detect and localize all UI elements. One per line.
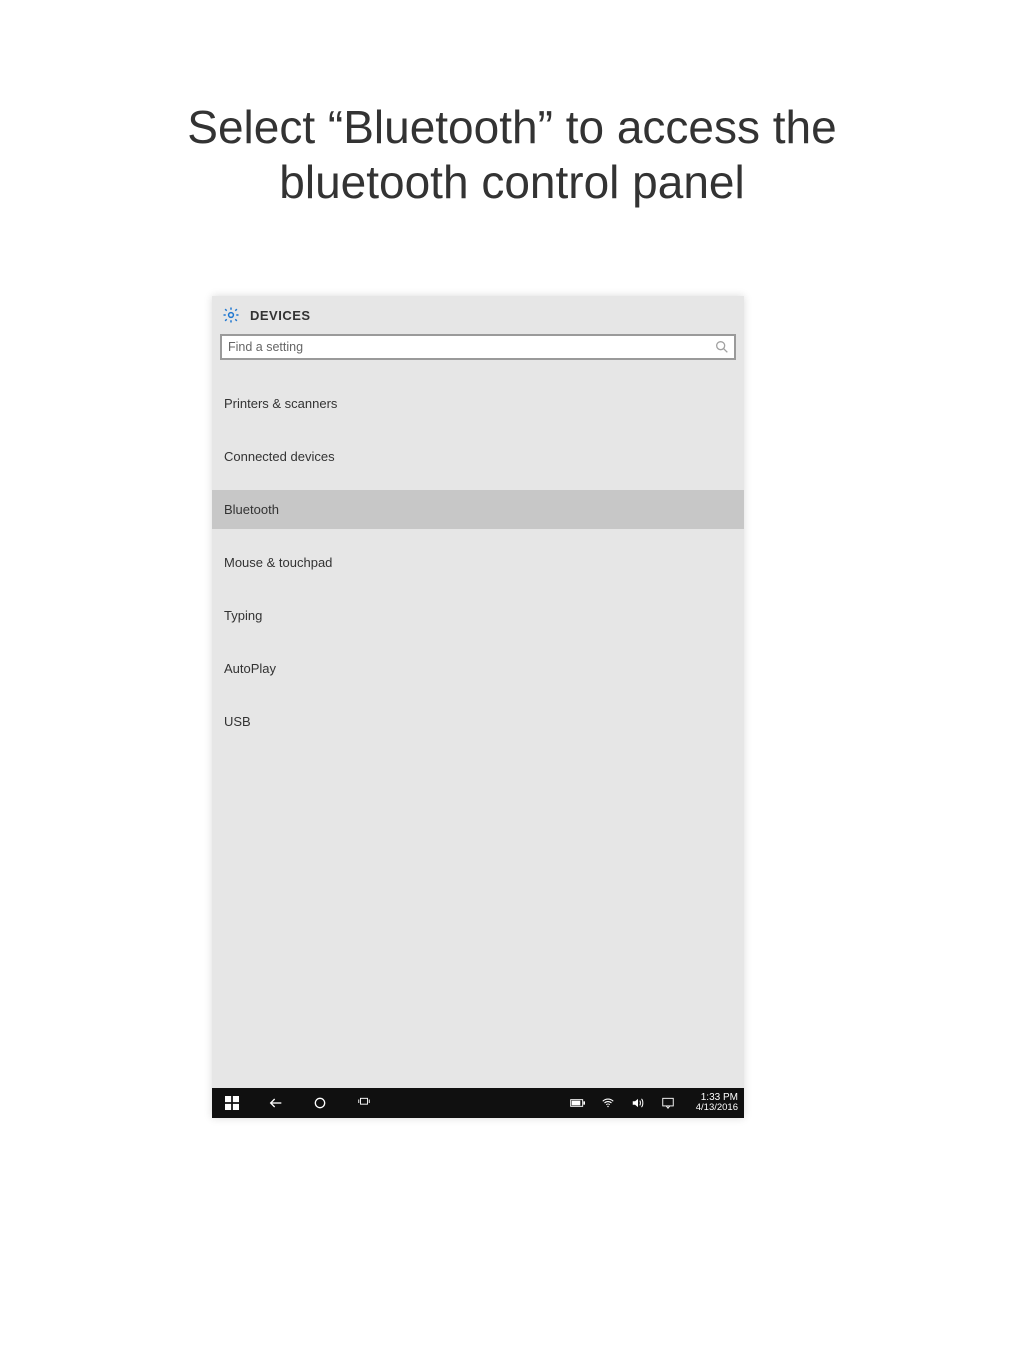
nav-item-autoplay[interactable]: AutoPlay (212, 649, 744, 688)
settings-header-title: DEVICES (250, 308, 311, 323)
nav-item-label: AutoPlay (224, 661, 276, 676)
nav-item-usb[interactable]: USB (212, 702, 744, 741)
nav-item-mouse-touchpad[interactable]: Mouse & touchpad (212, 543, 744, 582)
start-icon[interactable] (224, 1095, 240, 1111)
nav-item-label: Typing (224, 608, 262, 623)
nav-item-label: USB (224, 714, 251, 729)
search-icon (714, 339, 730, 355)
gear-icon (222, 306, 240, 324)
action-center-icon[interactable] (660, 1095, 676, 1111)
nav-item-typing[interactable]: Typing (212, 596, 744, 635)
nav-item-printers-scanners[interactable]: Printers & scanners (212, 384, 744, 423)
taskbar: 1:33 PM 4/13/2016 (212, 1088, 744, 1118)
settings-header: DEVICES (212, 296, 744, 334)
slide-title: Select “Bluetooth” to access the bluetoo… (102, 0, 922, 210)
volume-icon[interactable] (630, 1095, 646, 1111)
nav-item-connected-devices[interactable]: Connected devices (212, 437, 744, 476)
nav-item-label: Mouse & touchpad (224, 555, 332, 570)
wifi-icon[interactable] (600, 1095, 616, 1111)
settings-window: DEVICES Printers & scanners Connected dev… (212, 296, 744, 1118)
battery-icon[interactable] (570, 1095, 586, 1111)
search-row (212, 334, 744, 366)
taskbar-clock[interactable]: 1:33 PM 4/13/2016 (690, 1093, 738, 1113)
settings-nav: Printers & scanners Connected devices Blue… (212, 366, 744, 741)
taskview-icon[interactable] (356, 1095, 372, 1111)
back-icon[interactable] (268, 1095, 284, 1111)
search-input[interactable] (228, 336, 708, 358)
cortana-icon[interactable] (312, 1095, 328, 1111)
nav-item-label: Bluetooth (224, 502, 279, 517)
search-box[interactable] (220, 334, 736, 360)
nav-item-label: Printers & scanners (224, 396, 337, 411)
nav-item-bluetooth[interactable]: Bluetooth (212, 490, 744, 529)
nav-item-label: Connected devices (224, 449, 335, 464)
taskbar-date: 4/13/2016 (696, 1103, 738, 1113)
